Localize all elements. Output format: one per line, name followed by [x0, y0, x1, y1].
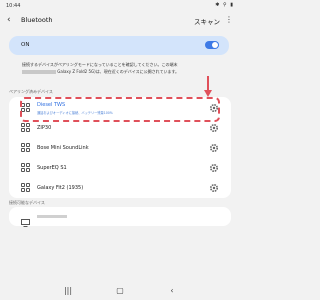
gear-icon[interactable]	[209, 183, 219, 193]
back-arrow-icon[interactable]: ‹	[7, 15, 17, 25]
device-row-bose-mini-soundlink[interactable]: Bose Mini SoundLink	[9, 139, 231, 159]
gear-icon[interactable]	[209, 163, 219, 173]
available-device-name-redacted	[37, 215, 67, 218]
home-icon[interactable]: ▢	[115, 286, 125, 296]
navigation-bar: ||| ▢ ‹	[0, 283, 240, 300]
paired-devices-label: ペアリング済みデバイス	[9, 89, 53, 94]
more-options-icon[interactable]: ⋮	[225, 14, 233, 26]
available-devices-label: 接続可能なデバイス	[9, 200, 45, 205]
device-name: ZIP30	[37, 125, 52, 131]
device-grid-icon	[21, 123, 30, 132]
recents-icon[interactable]: |||	[63, 286, 73, 296]
device-row-galaxy-fit2[interactable]: Galaxy Fit2 (1935)	[9, 179, 231, 199]
available-devices-list	[9, 207, 231, 227]
available-device-row[interactable]	[9, 207, 231, 227]
visibility-notice: 接続するデバイスがペアリングモードになっていることを確認してください。この端末 …	[22, 62, 220, 75]
scan-button[interactable]: スキャン	[194, 16, 220, 26]
annotation-arrow-icon	[203, 76, 213, 98]
bluetooth-toggle-row[interactable]: ON	[9, 36, 229, 55]
highlight-annotation-box	[20, 97, 220, 122]
notice-line2: Galaxy Z Fold2 5G)は、現在近くのデバイスに公開されています。	[57, 68, 180, 74]
page-title: Bluetooth	[21, 16, 53, 24]
device-grid-icon	[21, 163, 30, 172]
device-name: Galaxy Fit2 (1935)	[37, 185, 84, 191]
toggle-label: ON	[21, 42, 30, 48]
gear-icon[interactable]	[209, 143, 219, 153]
toggle-knob	[212, 42, 218, 48]
device-name: SuperEQ S1	[37, 165, 67, 171]
device-row-supereq-s1[interactable]: SuperEQ S1	[9, 159, 231, 179]
status-time: 10:44	[6, 3, 21, 9]
gear-icon[interactable]	[209, 123, 219, 133]
device-grid-icon	[21, 183, 30, 192]
notice-redaction	[22, 69, 56, 74]
back-icon[interactable]: ‹	[167, 286, 177, 296]
bluetooth-toggle[interactable]	[205, 41, 219, 49]
header: ‹ Bluetooth スキャン ⋮	[0, 12, 240, 28]
status-bar: 10:44 ✱ ⚲ ▮	[0, 0, 240, 12]
notice-line1: 接続するデバイスがペアリングモードになっていることを確認してください。この端末	[22, 62, 178, 67]
status-icons: ✱ ⚲ ▮	[215, 2, 234, 8]
device-row-zip30[interactable]: ZIP30	[9, 119, 231, 139]
device-name: Bose Mini SoundLink	[37, 145, 89, 151]
device-grid-icon	[21, 143, 30, 152]
monitor-icon	[21, 212, 30, 227]
